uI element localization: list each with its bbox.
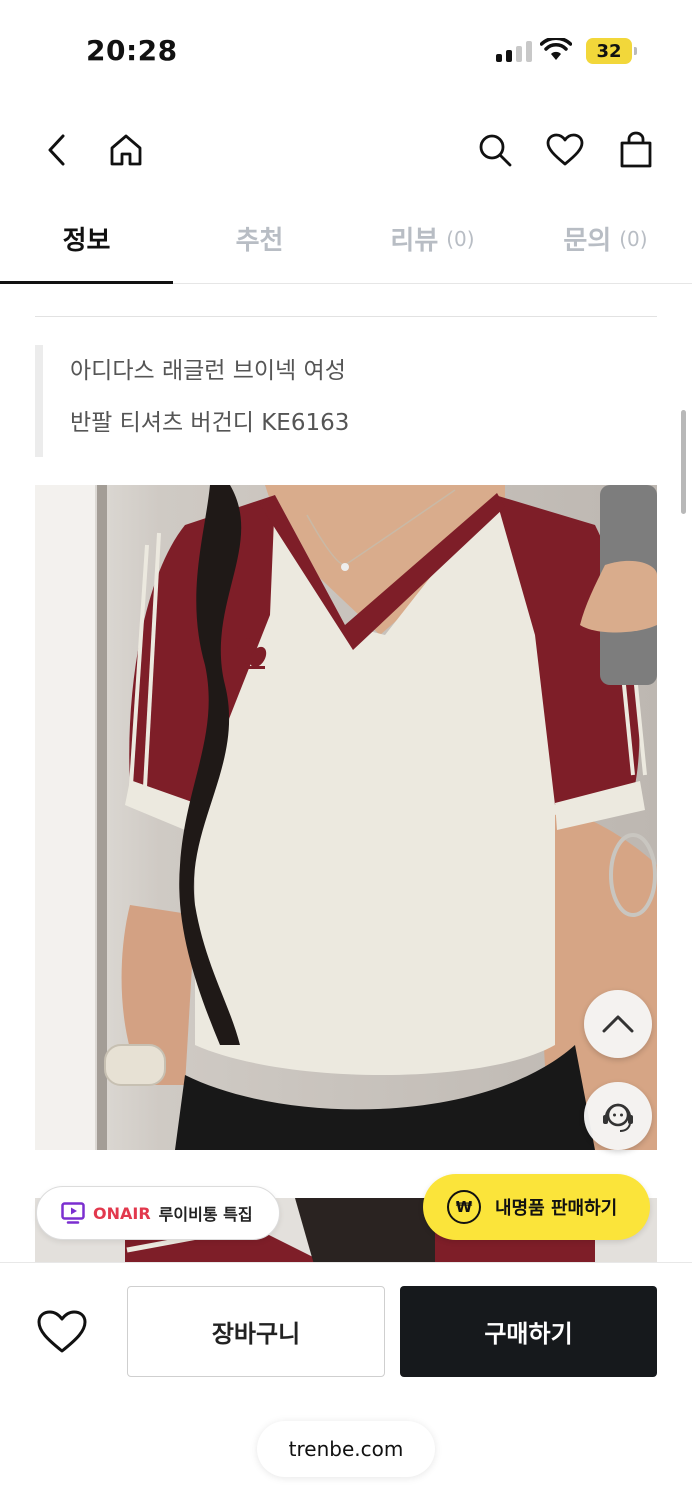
product-title-block: 아디다스 래글런 브이넥 여성 반팔 티셔츠 버건디 KE6163 — [35, 345, 657, 457]
sell-my-luxury-button[interactable]: ₩ 내명품 판매하기 — [423, 1174, 650, 1240]
status-time: 20:28 — [86, 34, 178, 67]
customer-support-button[interactable] — [584, 1082, 652, 1150]
product-tabs: 정보 추천 리뷰 (0) 문의 (0) — [0, 206, 692, 284]
tab-inquiry[interactable]: 문의 (0) — [519, 206, 692, 283]
headset-icon — [603, 1103, 633, 1132]
tv-play-icon — [61, 1202, 85, 1224]
bottom-action-bar: 장바구니 구매하기 trenbe.com — [0, 1262, 692, 1500]
browser-url-pill[interactable]: trenbe.com — [257, 1421, 435, 1477]
heart-icon[interactable] — [545, 130, 585, 170]
tab-inquiry-count: (0) — [619, 226, 648, 251]
back-icon[interactable] — [37, 130, 77, 170]
wifi-icon — [540, 38, 572, 60]
tab-recommend-label: 추천 — [235, 226, 284, 256]
onair-tag: ONAIR — [93, 1203, 151, 1223]
nav-bar — [0, 118, 692, 182]
tab-review[interactable]: 리뷰 (0) — [346, 206, 519, 283]
tab-inquiry-label: 문의 — [563, 226, 612, 256]
sell-button-label: 내명품 판매하기 — [495, 1198, 618, 1219]
status-bar: 20:28 32 — [0, 0, 692, 100]
chevron-up-icon — [602, 1015, 634, 1033]
tab-review-count: (0) — [446, 226, 475, 251]
buy-now-button[interactable]: 구매하기 — [400, 1286, 657, 1377]
shopping-bag-icon[interactable] — [616, 130, 656, 170]
tab-info[interactable]: 정보 — [0, 206, 173, 284]
search-icon[interactable] — [475, 130, 515, 170]
wishlist-heart-icon[interactable] — [36, 1309, 92, 1359]
battery-indicator: 32 — [586, 38, 637, 64]
scrollbar-thumb[interactable] — [681, 410, 686, 514]
won-coin-icon: ₩ — [447, 1190, 481, 1224]
product-photo — [35, 485, 657, 1150]
onair-banner[interactable]: ONAIR 루이비통 특집 — [36, 1186, 280, 1240]
section-divider — [35, 316, 657, 317]
cellular-signal-icon — [496, 40, 532, 62]
add-to-cart-button[interactable]: 장바구니 — [127, 1286, 385, 1377]
tab-review-label: 리뷰 — [390, 226, 439, 256]
product-title-line2: 반팔 티셔츠 버건디 KE6163 — [70, 410, 350, 436]
home-icon[interactable] — [106, 130, 146, 170]
tab-recommend[interactable]: 추천 — [173, 206, 346, 283]
product-title-line1: 아디다스 래글런 브이넥 여성 — [70, 358, 346, 384]
scroll-to-top-button[interactable] — [584, 990, 652, 1058]
tab-info-label: 정보 — [62, 226, 111, 256]
onair-text: 루이비통 특집 — [158, 1205, 253, 1224]
